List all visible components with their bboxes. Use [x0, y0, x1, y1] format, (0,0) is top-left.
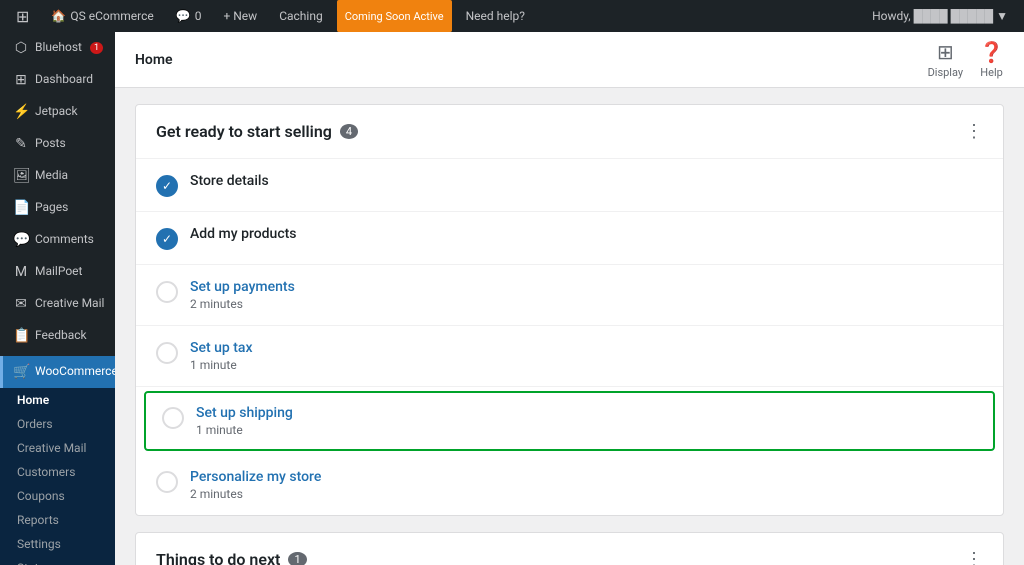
- task-duration-shipping: 1 minute: [196, 423, 977, 437]
- task-check-store-details: ✓: [156, 175, 178, 197]
- sidebar-item-pages[interactable]: 📄 Pages: [0, 192, 115, 224]
- task-check-payments: [156, 281, 178, 303]
- feedback-icon: 📋: [13, 328, 29, 344]
- woocommerce-icon: 🛒: [13, 364, 29, 380]
- sidebar-item-jetpack[interactable]: ⚡ Jetpack: [0, 96, 115, 128]
- sidebar-item-bluehost[interactable]: ⬡ Bluehost 1: [0, 32, 115, 64]
- card-title: Get ready to start selling: [156, 122, 332, 141]
- sidebar-item-comments[interactable]: 💬 Comments: [0, 224, 115, 256]
- wp-logo[interactable]: ⊞: [8, 0, 37, 32]
- comments-icon: 💬: [13, 232, 29, 248]
- task-shipping-wrapper: Set up shipping 1 minute: [136, 387, 1003, 455]
- new-button[interactable]: + New: [215, 0, 265, 32]
- task-duration-payments: 2 minutes: [190, 297, 983, 311]
- sidebar-item-woocommerce[interactable]: 🛒 WooCommerce: [0, 356, 115, 388]
- sub-item-status[interactable]: Status: [0, 556, 115, 565]
- task-add-products[interactable]: ✓ Add my products: [136, 212, 1003, 265]
- task-payments[interactable]: Set up payments 2 minutes: [136, 265, 1003, 326]
- comments-count[interactable]: 💬 0: [168, 0, 210, 32]
- sidebar-item-media[interactable]: 🖼 Media: [0, 160, 115, 192]
- bluehost-icon: ⬡: [13, 40, 29, 56]
- card-header: Get ready to start selling 4 ⋮: [136, 105, 1003, 159]
- user-menu[interactable]: Howdy, ████ █████ ▼: [864, 0, 1016, 32]
- task-check-shipping: [162, 407, 184, 429]
- task-tax[interactable]: Set up tax 1 minute: [136, 326, 1003, 387]
- task-name-shipping[interactable]: Set up shipping: [196, 405, 977, 421]
- sidebar-item-feedback[interactable]: 📋 Feedback: [0, 320, 115, 352]
- card-badge: 4: [340, 124, 358, 139]
- dashboard-icon: ⊞: [13, 72, 29, 88]
- task-check-personalize: [156, 471, 178, 493]
- page-header: Home ⊞ Display ❓ Help: [115, 32, 1024, 88]
- task-store-details[interactable]: ✓ Store details: [136, 159, 1003, 212]
- selling-card: Get ready to start selling 4 ⋮ ✓ Store d…: [135, 104, 1004, 516]
- admin-bar: ⊞ 🏠 QS eCommerce 💬 0 + New Caching Comin…: [0, 0, 1024, 32]
- jetpack-icon: ⚡: [13, 104, 29, 120]
- task-info-store-details: Store details: [190, 173, 983, 189]
- sub-item-orders[interactable]: Orders: [0, 412, 115, 436]
- sidebar-item-creative-mail[interactable]: ✉ Creative Mail: [0, 288, 115, 320]
- task-duration-tax: 1 minute: [190, 358, 983, 372]
- media-icon: 🖼: [13, 168, 29, 184]
- sub-item-creative-mail[interactable]: Creative Mail: [0, 436, 115, 460]
- display-icon: ⊞: [937, 40, 954, 64]
- task-info-shipping: Set up shipping 1 minute: [196, 405, 977, 437]
- header-actions: ⊞ Display ❓ Help: [928, 40, 1004, 79]
- task-name-store-details: Store details: [190, 173, 983, 189]
- caching-button[interactable]: Caching: [271, 0, 331, 32]
- sub-item-customers[interactable]: Customers: [0, 460, 115, 484]
- sidebar-item-mailpoet[interactable]: M MailPoet: [0, 256, 115, 288]
- task-duration-personalize: 2 minutes: [190, 487, 983, 501]
- page-title: Home: [135, 52, 173, 68]
- things-card-title: Things to do next: [156, 550, 280, 565]
- task-personalize[interactable]: Personalize my store 2 minutes: [136, 455, 1003, 515]
- sub-item-reports[interactable]: Reports: [0, 508, 115, 532]
- creative-mail-icon: ✉: [13, 296, 29, 312]
- things-card-menu-icon[interactable]: ⋮: [965, 549, 983, 565]
- help-button[interactable]: ❓ Help: [979, 40, 1004, 79]
- task-name-add-products: Add my products: [190, 226, 983, 242]
- task-name-tax[interactable]: Set up tax: [190, 340, 983, 356]
- content-area: Get ready to start selling 4 ⋮ ✓ Store d…: [115, 88, 1024, 565]
- site-name[interactable]: 🏠 QS eCommerce: [43, 0, 161, 32]
- task-shipping[interactable]: Set up shipping 1 minute: [144, 391, 995, 451]
- things-card: Things to do next 1 ⋮ Set up Google List…: [135, 532, 1004, 565]
- task-info-personalize: Personalize my store 2 minutes: [190, 469, 983, 501]
- task-check-add-products: ✓: [156, 228, 178, 250]
- sub-item-settings[interactable]: Settings: [0, 532, 115, 556]
- task-name-personalize[interactable]: Personalize my store: [190, 469, 983, 485]
- help-icon: ❓: [979, 40, 1004, 64]
- task-check-tax: [156, 342, 178, 364]
- card-menu-icon[interactable]: ⋮: [965, 121, 983, 142]
- posts-icon: ✎: [13, 136, 29, 152]
- display-button[interactable]: ⊞ Display: [928, 40, 964, 79]
- things-card-badge: 1: [288, 552, 306, 565]
- task-name-payments[interactable]: Set up payments: [190, 279, 983, 295]
- sidebar: ⬡ Bluehost 1 ⊞ Dashboard ⚡ Jetpack ✎ Pos…: [0, 32, 115, 565]
- task-info-tax: Set up tax 1 minute: [190, 340, 983, 372]
- card-title-group: Get ready to start selling 4: [156, 122, 358, 141]
- sub-item-coupons[interactable]: Coupons: [0, 484, 115, 508]
- need-help-button[interactable]: Need help?: [458, 0, 533, 32]
- mailpoet-icon: M: [13, 264, 29, 280]
- things-card-header: Things to do next 1 ⋮: [136, 533, 1003, 565]
- pages-icon: 📄: [13, 200, 29, 216]
- task-info-payments: Set up payments 2 minutes: [190, 279, 983, 311]
- main-content: Home ⊞ Display ❓ Help Get ready to start…: [115, 32, 1024, 565]
- things-title-group: Things to do next 1: [156, 550, 307, 565]
- sub-item-home[interactable]: Home: [0, 388, 115, 412]
- coming-soon-badge[interactable]: Coming Soon Active: [337, 0, 452, 32]
- sidebar-item-dashboard[interactable]: ⊞ Dashboard: [0, 64, 115, 96]
- task-info-add-products: Add my products: [190, 226, 983, 242]
- sidebar-item-posts[interactable]: ✎ Posts: [0, 128, 115, 160]
